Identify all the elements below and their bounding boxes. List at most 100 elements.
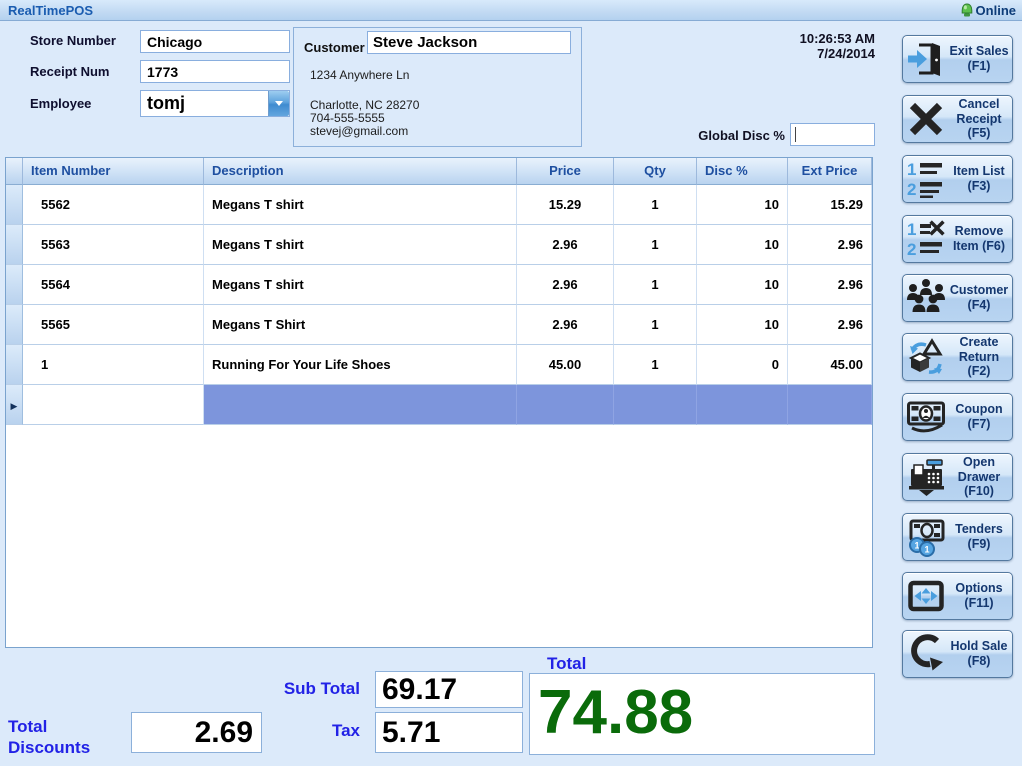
col-header-description[interactable]: Description xyxy=(204,158,517,185)
customer-button[interactable]: Customer (F4) xyxy=(902,274,1013,322)
button-label: Customer (F4) xyxy=(949,283,1012,313)
cell-description[interactable]: Megans T shirt xyxy=(204,265,517,305)
cell-price[interactable]: 2.96 xyxy=(517,265,614,305)
cell-item-number[interactable]: 5564 xyxy=(23,265,204,305)
tax-label: Tax xyxy=(238,721,360,741)
hold-sale-button[interactable]: Hold Sale (F8) xyxy=(902,630,1013,678)
cell-qty[interactable]: 1 xyxy=(614,345,697,385)
employee-dropdown-button[interactable] xyxy=(268,91,289,116)
arrows-pad-icon xyxy=(903,578,949,614)
door-exit-icon xyxy=(903,39,949,79)
cell-ext-price[interactable]: 2.96 xyxy=(788,225,872,265)
cell-disc[interactable]: 10 xyxy=(697,265,788,305)
svg-text:2: 2 xyxy=(907,180,916,199)
new-entry-row[interactable]: ▶ xyxy=(6,385,872,425)
people-icon xyxy=(903,278,949,318)
options-button[interactable]: Options (F11) xyxy=(902,572,1013,620)
cell-item-number-empty[interactable] xyxy=(23,385,204,425)
total-label: Total xyxy=(547,654,586,674)
open-drawer-button[interactable]: Open Drawer (F10) xyxy=(902,453,1013,501)
svg-text:1: 1 xyxy=(907,160,916,179)
cell-item-number[interactable]: 1 xyxy=(23,345,204,385)
online-label: Online xyxy=(976,3,1016,18)
row-selector[interactable] xyxy=(6,225,23,265)
cell-price[interactable]: 45.00 xyxy=(517,345,614,385)
cell-item-number[interactable]: 5565 xyxy=(23,305,204,345)
cell-qty[interactable]: 1 xyxy=(614,185,697,225)
customer-label: Customer xyxy=(304,40,365,55)
button-label: Options (F11) xyxy=(949,581,1012,611)
curved-arrow-icon xyxy=(903,634,949,674)
row-selector[interactable] xyxy=(6,185,23,225)
row-selector[interactable] xyxy=(6,265,23,305)
cell-description[interactable]: Running For Your Life Shoes xyxy=(204,345,517,385)
cell-qty[interactable]: 1 xyxy=(614,225,697,265)
cell-qty[interactable]: 1 xyxy=(614,305,697,345)
employee-select[interactable]: tomj xyxy=(140,90,290,117)
col-header-ext-price[interactable]: Ext Price xyxy=(788,158,872,185)
current-row-selector[interactable]: ▶ xyxy=(6,385,23,425)
cell-disc[interactable]: 0 xyxy=(697,345,788,385)
store-number-label: Store Number xyxy=(30,33,116,48)
cell-price[interactable]: 15.29 xyxy=(517,185,614,225)
col-header-price[interactable]: Price xyxy=(517,158,614,185)
cell-description-selected[interactable] xyxy=(204,385,517,425)
remove-item-button[interactable]: 1 2 Remove Item (F6) xyxy=(902,215,1013,263)
online-status: Online xyxy=(961,3,1022,18)
text-caret xyxy=(795,127,796,142)
employee-label: Employee xyxy=(30,96,91,111)
table-row: 5564 Megans T shirt 2.96 1 10 2.96 xyxy=(6,265,872,305)
col-header-qty[interactable]: Qty xyxy=(614,158,697,185)
banknote-icon xyxy=(903,399,949,435)
cell-item-number[interactable]: 5563 xyxy=(23,225,204,265)
cell-qty[interactable]: 1 xyxy=(614,265,697,305)
cell-price[interactable]: 2.96 xyxy=(517,305,614,345)
customer-name-input[interactable] xyxy=(367,31,571,54)
store-number-input[interactable] xyxy=(140,30,290,53)
button-label: Item List (F3) xyxy=(949,164,1012,194)
cell-price-selected[interactable] xyxy=(517,385,614,425)
cell-disc[interactable]: 10 xyxy=(697,305,788,345)
table-row: 5565 Megans T Shirt 2.96 1 10 2.96 xyxy=(6,305,872,345)
cell-description[interactable]: Megans T Shirt xyxy=(204,305,517,345)
app-title: RealTimePOS xyxy=(0,3,93,18)
cell-ext-price-selected[interactable] xyxy=(788,385,872,425)
cell-disc[interactable]: 10 xyxy=(697,225,788,265)
cash-register-icon xyxy=(903,457,949,497)
cell-ext-price[interactable]: 15.29 xyxy=(788,185,872,225)
cell-ext-price[interactable]: 2.96 xyxy=(788,265,872,305)
cell-description[interactable]: Megans T shirt xyxy=(204,225,517,265)
x-icon xyxy=(903,100,949,138)
row-selector[interactable] xyxy=(6,345,23,385)
col-header-item-number[interactable]: Item Number xyxy=(23,158,204,185)
items-grid: Item Number Description Price Qty Disc %… xyxy=(5,157,873,648)
table-row: 5562 Megans T shirt 15.29 1 10 15.29 xyxy=(6,185,872,225)
cell-item-number[interactable]: 5562 xyxy=(23,185,204,225)
table-row: 1 Running For Your Life Shoes 45.00 1 0 … xyxy=(6,345,872,385)
customer-address-line: 1234 Anywhere Ln xyxy=(310,68,409,82)
receipt-num-input[interactable] xyxy=(140,60,290,83)
exit-sales-button[interactable]: Exit Sales (F1) xyxy=(902,35,1013,83)
item-list-button[interactable]: 1 2 Item List (F3) xyxy=(902,155,1013,203)
cell-ext-price[interactable]: 45.00 xyxy=(788,345,872,385)
cell-disc[interactable]: 10 xyxy=(697,185,788,225)
button-label: Create Return (F2) xyxy=(949,335,1012,379)
global-disc-label: Global Disc % xyxy=(640,128,785,143)
row-selector[interactable] xyxy=(6,305,23,345)
cell-price[interactable]: 2.96 xyxy=(517,225,614,265)
button-label: Cancel Receipt (F5) xyxy=(949,97,1012,141)
global-disc-input[interactable] xyxy=(790,123,875,146)
cancel-receipt-button[interactable]: Cancel Receipt (F5) xyxy=(902,95,1013,143)
col-header-disc[interactable]: Disc % xyxy=(697,158,788,185)
tenders-button[interactable]: 1 1 Tenders (F9) xyxy=(902,513,1013,561)
online-lamp-icon xyxy=(961,3,973,18)
create-return-button[interactable]: Create Return (F2) xyxy=(902,333,1013,381)
clock: 10:26:53 AM 7/24/2014 xyxy=(800,31,875,61)
total-value: 74.88 xyxy=(529,673,875,755)
coupon-button[interactable]: Coupon (F7) xyxy=(902,393,1013,441)
money-coins-icon: 1 1 xyxy=(903,517,949,557)
cell-qty-selected[interactable] xyxy=(614,385,697,425)
cell-disc-selected[interactable] xyxy=(697,385,788,425)
cell-description[interactable]: Megans T shirt xyxy=(204,185,517,225)
cell-ext-price[interactable]: 2.96 xyxy=(788,305,872,345)
